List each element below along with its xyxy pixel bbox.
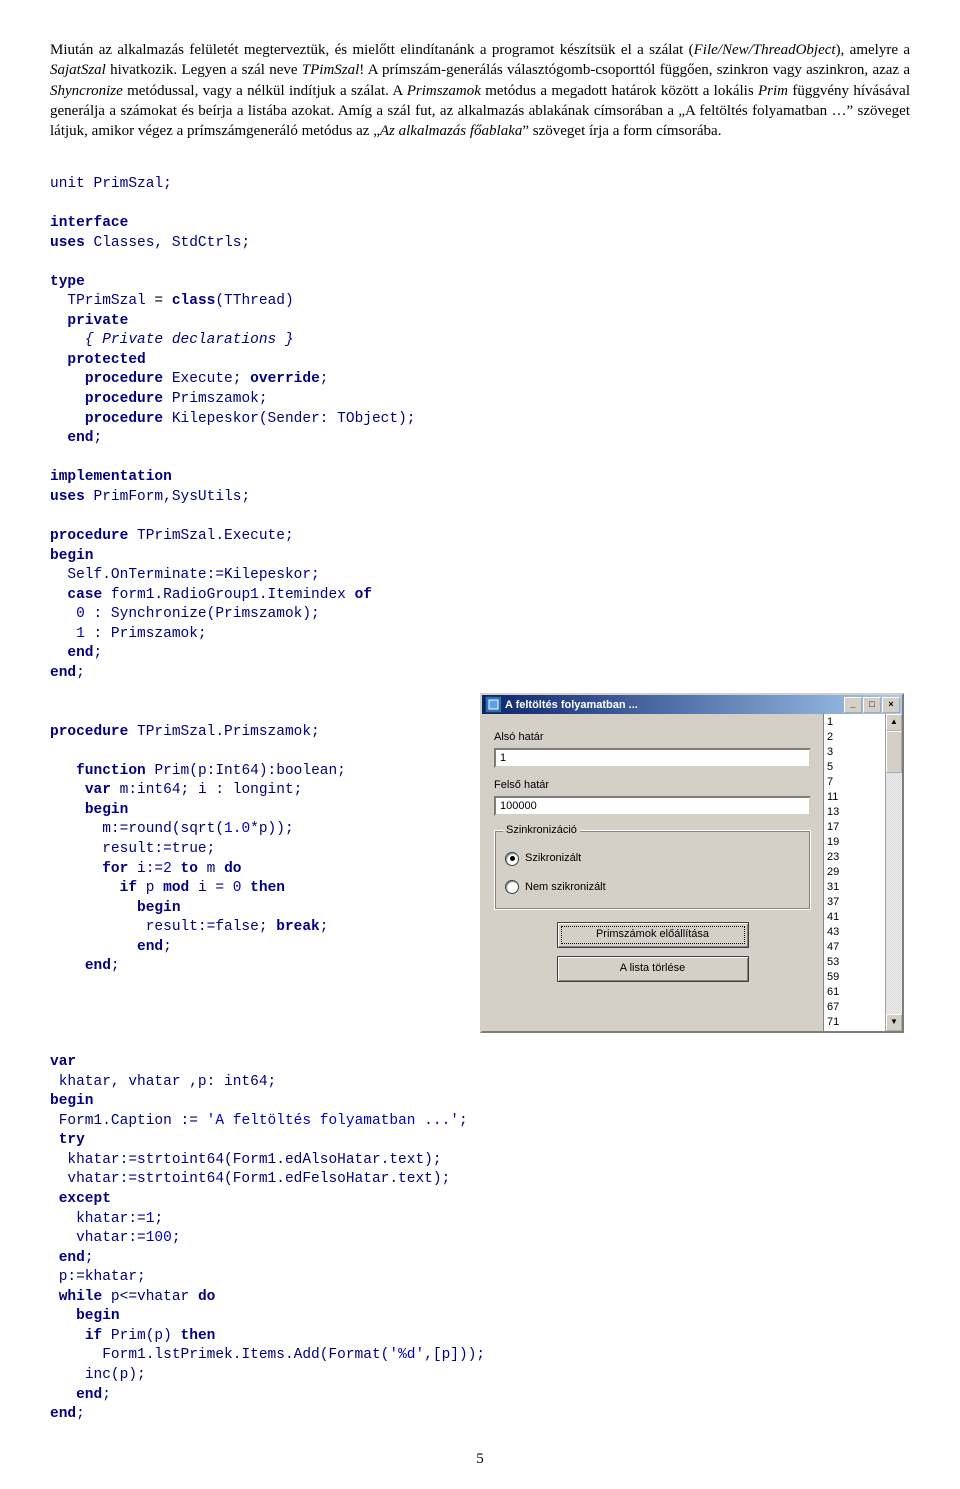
- code-block-3: var khatar, vhatar ,p: int64; begin Form…: [50, 1033, 910, 1424]
- list-item[interactable]: 11: [827, 790, 882, 805]
- radio-label: Nem szikronizált: [525, 880, 606, 895]
- radio-nem-szinkronizalt[interactable]: Nem szikronizált: [505, 880, 800, 895]
- scroll-up-button[interactable]: ▲: [886, 714, 902, 731]
- clear-list-button[interactable]: A lista törlése: [557, 956, 749, 982]
- list-item[interactable]: 2: [827, 730, 882, 745]
- code-block-2: procedure TPrimSzal.Primszamok; function…: [50, 683, 460, 976]
- code-block-1: unit PrimSzal; interface uses Classes, S…: [50, 155, 910, 683]
- input-also-hatar[interactable]: [494, 748, 811, 768]
- window-title: A feltöltés folyamatban ...: [505, 698, 844, 713]
- list-item[interactable]: 17: [827, 820, 882, 835]
- list-item[interactable]: 59: [827, 970, 882, 985]
- list-item[interactable]: 13: [827, 805, 882, 820]
- list-item[interactable]: 7: [827, 775, 882, 790]
- generate-primes-button[interactable]: Primszámok előállítása: [557, 922, 749, 948]
- maximize-button[interactable]: □: [863, 697, 881, 713]
- sync-groupbox: Szinkronizáció Szikronizált Nem szikroni…: [494, 830, 811, 910]
- minimize-button[interactable]: _: [844, 697, 862, 713]
- list-item[interactable]: 67: [827, 1000, 882, 1015]
- list-item[interactable]: 29: [827, 865, 882, 880]
- close-button[interactable]: ×: [882, 697, 900, 713]
- list-item[interactable]: 41: [827, 910, 882, 925]
- radio-szinkronizalt[interactable]: Szikronizált: [505, 851, 800, 866]
- list-item[interactable]: 71: [827, 1015, 882, 1030]
- list-item[interactable]: 1: [827, 715, 882, 730]
- list-item[interactable]: 23: [827, 850, 882, 865]
- list-item[interactable]: 19: [827, 835, 882, 850]
- input-felso-hatar[interactable]: [494, 796, 811, 816]
- radio-label: Szikronizált: [525, 851, 581, 866]
- radio-icon: [505, 852, 519, 866]
- label-also-hatar: Alsó határ: [494, 730, 811, 745]
- label-felso-hatar: Felső határ: [494, 778, 811, 793]
- titlebar[interactable]: A feltöltés folyamatban ... _ □ ×: [482, 695, 902, 714]
- page-number: 5: [50, 1449, 910, 1469]
- scrollbar[interactable]: ▲ ▼: [885, 714, 902, 1031]
- list-item[interactable]: 37: [827, 895, 882, 910]
- groupbox-title: Szinkronizáció: [503, 823, 580, 838]
- list-item[interactable]: 47: [827, 940, 882, 955]
- primes-listbox[interactable]: 1235711131719232931374143475359616771 ▲ …: [823, 714, 902, 1031]
- list-item[interactable]: 3: [827, 745, 882, 760]
- scroll-down-button[interactable]: ▼: [886, 1014, 902, 1031]
- scroll-thumb[interactable]: [886, 731, 902, 773]
- app-window: A feltöltés folyamatban ... _ □ × Alsó h…: [480, 693, 904, 1033]
- list-item[interactable]: 61: [827, 985, 882, 1000]
- list-item[interactable]: 5: [827, 760, 882, 775]
- list-item[interactable]: 43: [827, 925, 882, 940]
- list-item[interactable]: 53: [827, 955, 882, 970]
- intro-paragraph: Miután az alkalmazás felületét megtervez…: [50, 40, 910, 141]
- radio-icon: [505, 880, 519, 894]
- list-item[interactable]: 31: [827, 880, 882, 895]
- app-icon: [485, 696, 502, 713]
